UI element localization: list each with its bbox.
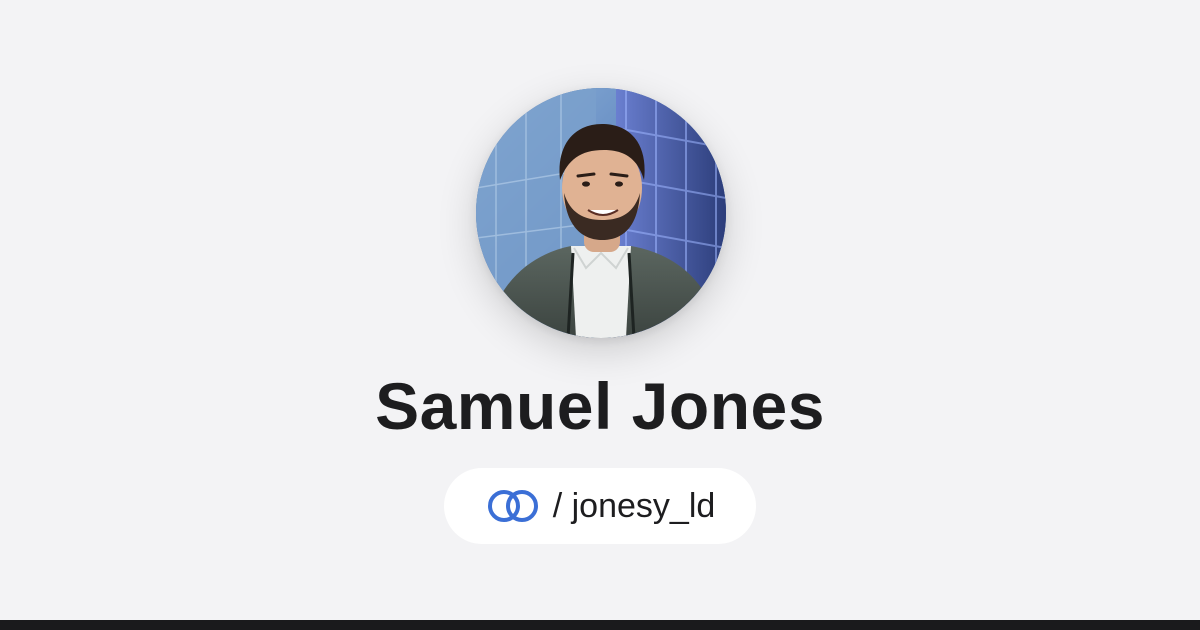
handle-username: jonesy_ld <box>571 487 716 525</box>
handle-prefix: / <box>552 487 563 525</box>
handle-text: / jonesy_ld <box>553 486 716 526</box>
bottom-bar <box>0 620 1200 630</box>
linktree-rings-icon <box>485 488 541 524</box>
profile-card: Samuel Jones / jonesy_ld <box>0 0 1200 630</box>
avatar <box>476 88 726 338</box>
profile-handle-link[interactable]: / jonesy_ld <box>444 468 756 544</box>
profile-name: Samuel Jones <box>375 369 825 443</box>
avatar-photo <box>476 88 726 338</box>
